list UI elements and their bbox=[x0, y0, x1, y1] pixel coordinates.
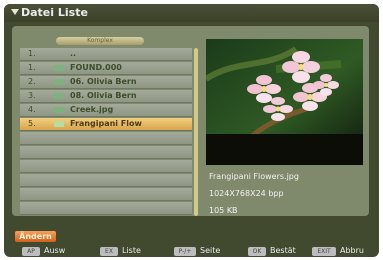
footer-label-bestat: Bestät bbox=[270, 246, 296, 255]
file-icon bbox=[54, 93, 64, 99]
list-item[interactable]: 2. 06. Olivia Bern bbox=[20, 76, 192, 89]
file-resolution: 1024X768X24 bpp bbox=[209, 189, 284, 198]
footer-key-seite[interactable]: P-/+ bbox=[174, 247, 196, 256]
footer-key-abbru[interactable]: EXIT bbox=[312, 247, 336, 256]
list-item-selected[interactable]: 5. Frangipani Flow bbox=[20, 118, 192, 131]
file-icon bbox=[54, 79, 64, 85]
list-scrollbar[interactable] bbox=[194, 48, 198, 216]
list-item[interactable] bbox=[20, 132, 192, 145]
list-header-button[interactable]: Komplex bbox=[56, 37, 144, 45]
window-title: Datei Liste bbox=[21, 6, 88, 19]
frangipani-photo bbox=[204, 39, 363, 167]
footer-label-seite: Seite bbox=[200, 246, 221, 255]
file-name: Frangipani Flowers.jpg bbox=[209, 172, 299, 181]
footer-label-abbru: Abbru bbox=[340, 246, 364, 255]
file-list-screen: Datei Liste Komplex 1. .. 1. FOUND.000 2… bbox=[4, 4, 379, 257]
file-list: Komplex 1. .. 1. FOUND.000 2. 06. Olivia… bbox=[18, 36, 198, 218]
footer-key-bestat[interactable]: OK bbox=[248, 247, 266, 256]
footer-keys: AP Ausw EX Liste P-/+ Seite OK Bestät EX… bbox=[4, 246, 379, 257]
list-item[interactable] bbox=[20, 202, 192, 215]
list-item[interactable] bbox=[20, 188, 192, 201]
folder-icon bbox=[54, 65, 64, 71]
footer-key-liste[interactable]: EX bbox=[100, 247, 118, 256]
list-item[interactable]: 1. .. bbox=[20, 48, 192, 61]
file-size: 105 KB bbox=[209, 206, 238, 215]
list-item[interactable] bbox=[20, 174, 192, 187]
footer-label-ausw: Ausw bbox=[44, 246, 66, 255]
image-preview bbox=[204, 39, 363, 167]
list-item[interactable]: 1. FOUND.000 bbox=[20, 62, 192, 75]
list-item[interactable] bbox=[20, 160, 192, 173]
file-icon bbox=[54, 107, 64, 113]
list-item[interactable] bbox=[20, 146, 192, 159]
list-item[interactable]: 4. Creek.jpg bbox=[20, 104, 192, 117]
list-item[interactable]: 3. 08. Olivia Bern bbox=[20, 90, 192, 103]
andern-button[interactable]: Ändern bbox=[15, 231, 56, 242]
footer-key-ausw[interactable]: AP bbox=[22, 247, 40, 256]
footer-label-liste: Liste bbox=[122, 246, 141, 255]
file-icon bbox=[54, 121, 64, 127]
title-bar: Datei Liste bbox=[4, 4, 379, 22]
caret-down-icon bbox=[11, 9, 19, 15]
